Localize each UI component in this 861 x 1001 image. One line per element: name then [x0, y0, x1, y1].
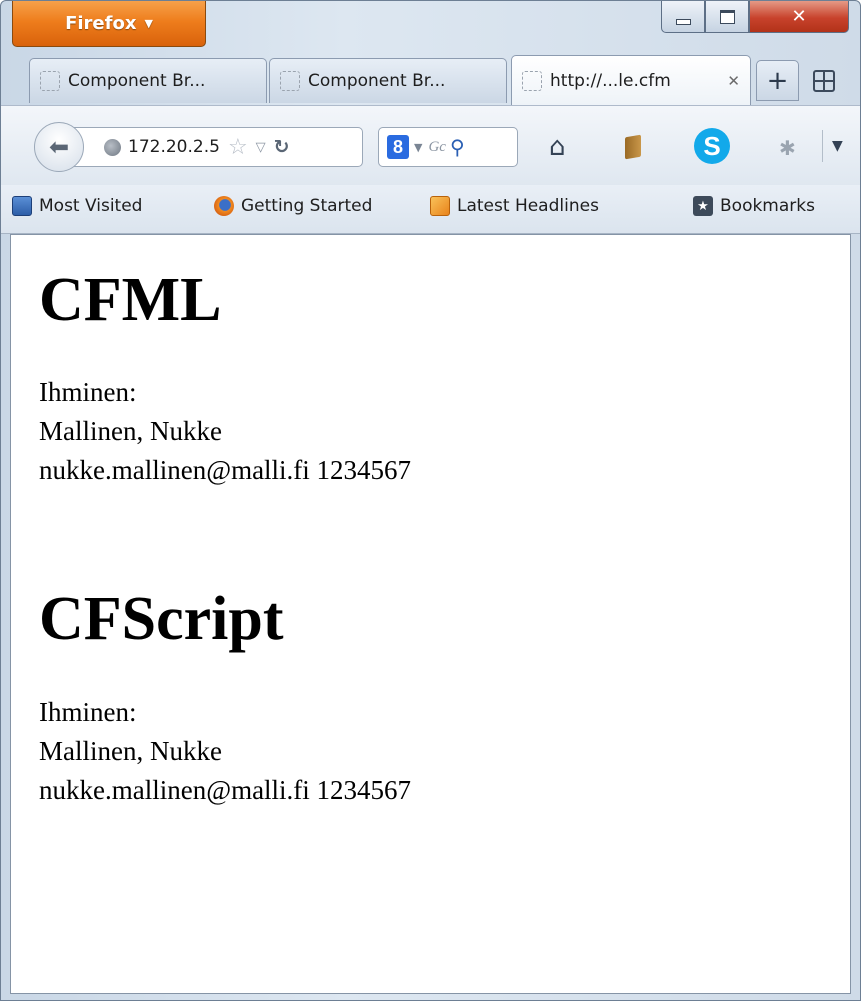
- section-heading-cfscript: CFScript: [39, 585, 284, 653]
- tab-component-browser-1[interactable]: Component Br...: [29, 58, 267, 103]
- address-bar[interactable]: 172.20.2.5 ☆ ▽ ↻: [71, 127, 363, 167]
- tab-component-browser-2[interactable]: Component Br...: [269, 58, 507, 103]
- bookmark-label: Bookmarks: [720, 196, 815, 216]
- person-label: Ihminen:: [39, 697, 137, 727]
- new-tab-button[interactable]: +: [756, 60, 799, 101]
- person-block-cfml: Ihminen: Mallinen, Nukke nukke.mallinen@…: [39, 373, 411, 490]
- title-bar: Firefox ▼ ✕: [1, 1, 860, 51]
- blank-page-icon: [280, 71, 300, 91]
- bookmarks-toolbar: Most Visited Getting Started Latest Head…: [1, 185, 860, 234]
- section-heading-cfml: CFML: [39, 266, 222, 334]
- chevron-down-icon[interactable]: ▼: [414, 141, 422, 154]
- tab-title: Component Br...: [308, 71, 446, 91]
- tab-strip: Component Br... Component Br... http://.…: [1, 55, 860, 105]
- tab-close-icon[interactable]: ✕: [727, 72, 740, 90]
- most-visited-icon: [12, 196, 32, 216]
- firefox-menu-button[interactable]: Firefox ▼: [12, 1, 206, 47]
- firefox-icon: [214, 196, 234, 216]
- maximize-icon: [719, 9, 735, 24]
- bookmark-label: Latest Headlines: [457, 196, 599, 216]
- search-icon[interactable]: ⚲: [450, 135, 465, 159]
- person-block-cfscript: Ihminen: Mallinen, Nukke nukke.mallinen@…: [39, 693, 411, 810]
- bookmark-most-visited[interactable]: Most Visited: [12, 196, 142, 216]
- bookmark-star-icon[interactable]: ☆: [228, 135, 248, 160]
- browser-window: Firefox ▼ ✕ Component Br... Component Br…: [0, 0, 861, 1001]
- blank-page-icon: [522, 70, 542, 91]
- blank-page-icon: [40, 71, 60, 91]
- page-content: CFML Ihminen: Mallinen, Nukke nukke.mall…: [10, 234, 851, 994]
- addon-icon[interactable]: ✱: [779, 136, 796, 160]
- navigation-toolbar: ⬅ 172.20.2.5 ☆ ▽ ↻ 8 ▼ Gc ⚲ ⌂ S ✱ ▼: [1, 105, 860, 186]
- firefox-menu-label: Firefox: [65, 13, 137, 34]
- bookmarks-book-icon[interactable]: [625, 134, 641, 160]
- skype-icon[interactable]: S: [694, 128, 730, 164]
- rss-icon: [430, 196, 450, 216]
- bookmark-label: Most Visited: [39, 196, 143, 216]
- person-contact: nukke.mallinen@malli.fi 1234567: [39, 775, 412, 805]
- tab-groups-button[interactable]: [805, 62, 843, 100]
- toolbar-divider: [822, 130, 823, 162]
- minimize-icon: [675, 18, 691, 25]
- minimize-button[interactable]: [661, 1, 705, 33]
- close-window-button[interactable]: ✕: [749, 1, 849, 33]
- address-text[interactable]: 172.20.2.5: [128, 137, 220, 157]
- globe-icon: [104, 138, 121, 156]
- person-name: Mallinen, Nukke: [39, 416, 222, 446]
- tab-title: Component Br...: [68, 71, 206, 91]
- back-arrow-icon: ⬅: [48, 133, 70, 161]
- tab-title: http://...le.cfm: [550, 70, 671, 91]
- chevron-down-icon: ▼: [144, 17, 153, 30]
- bookmarks-menu[interactable]: ★ Bookmarks: [693, 196, 815, 216]
- search-input[interactable]: Gc: [428, 139, 446, 156]
- reload-icon[interactable]: ↻: [274, 136, 290, 158]
- home-icon[interactable]: ⌂: [549, 132, 566, 162]
- person-label: Ihminen:: [39, 377, 137, 407]
- tab-active-page[interactable]: http://...le.cfm ✕: [511, 55, 751, 105]
- search-engine-icon[interactable]: 8: [387, 135, 409, 159]
- bookmark-getting-started[interactable]: Getting Started: [214, 196, 372, 216]
- back-button[interactable]: ⬅: [34, 122, 84, 172]
- bookmark-label: Getting Started: [241, 196, 373, 216]
- history-dropdown-icon[interactable]: ▽: [256, 140, 266, 155]
- close-icon: ✕: [791, 6, 807, 27]
- maximize-button[interactable]: [705, 1, 749, 33]
- tab-groups-icon: [813, 70, 835, 92]
- person-name: Mallinen, Nukke: [39, 736, 222, 766]
- overflow-chevron-icon[interactable]: ▼: [832, 138, 843, 154]
- bookmarks-icon: ★: [693, 196, 713, 216]
- bookmark-latest-headlines[interactable]: Latest Headlines: [430, 196, 599, 216]
- person-contact: nukke.mallinen@malli.fi 1234567: [39, 455, 412, 485]
- search-bar[interactable]: 8 ▼ Gc ⚲: [378, 127, 518, 167]
- plus-icon: +: [766, 65, 789, 96]
